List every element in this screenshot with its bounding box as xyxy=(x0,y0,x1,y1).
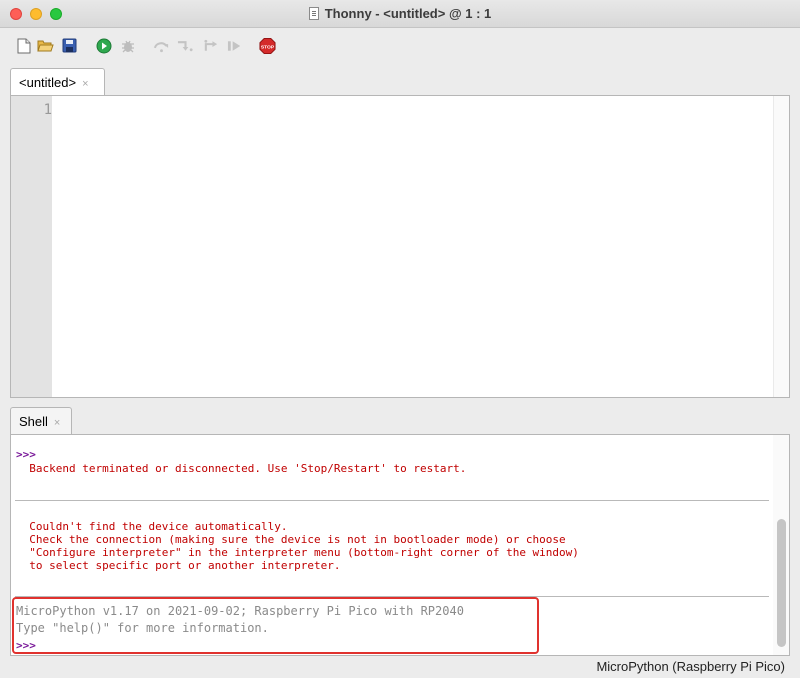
step-out-icon xyxy=(204,39,218,51)
run-button[interactable] xyxy=(95,37,112,54)
step-over-icon xyxy=(153,41,169,52)
window-title-container: Thonny - <untitled> @ 1 : 1 xyxy=(0,6,800,21)
step-into-icon xyxy=(177,40,193,51)
backend-error-message: Backend terminated or disconnected. Use … xyxy=(16,462,467,475)
debug-button[interactable] xyxy=(119,37,136,54)
title-bar: Thonny - <untitled> @ 1 : 1 xyxy=(0,0,800,28)
toolbar: STOP xyxy=(0,28,800,64)
device-error-line: to select specific port or another inter… xyxy=(16,559,341,572)
open-file-button[interactable] xyxy=(37,37,54,54)
save-button[interactable] xyxy=(61,37,78,54)
document-icon xyxy=(308,7,319,20)
status-bar: MicroPython (Raspberry Pi Pico) xyxy=(0,656,800,678)
open-folder-icon xyxy=(37,40,54,52)
window-title: Thonny - <untitled> @ 1 : 1 xyxy=(324,6,492,21)
debug-icon xyxy=(121,40,134,52)
line-number-gutter: 1 xyxy=(11,96,52,397)
code-editor: 1 xyxy=(10,95,790,398)
resume-icon xyxy=(227,40,241,51)
stop-button[interactable]: STOP xyxy=(259,37,276,54)
shell-divider xyxy=(15,500,769,501)
tab-untitled[interactable]: <untitled> × xyxy=(10,68,105,96)
save-icon xyxy=(62,38,77,53)
device-error-line: Couldn't find the device automatically. xyxy=(16,520,288,533)
tab-close-icon[interactable]: × xyxy=(54,417,60,429)
editor-scrollbar[interactable] xyxy=(773,96,789,397)
device-error-line: Check the connection (making sure the de… xyxy=(16,533,566,546)
shell-scroll-thumb[interactable] xyxy=(777,519,786,647)
stop-icon: STOP xyxy=(259,37,276,54)
step-over-button[interactable] xyxy=(153,37,170,54)
interpreter-selector[interactable]: MicroPython (Raspberry Pi Pico) xyxy=(596,659,785,674)
line-number: 1 xyxy=(43,102,52,118)
editor-text-area[interactable] xyxy=(52,96,773,397)
tab-label: Shell xyxy=(19,414,48,429)
tab-close-icon[interactable]: × xyxy=(82,78,88,90)
tab-shell[interactable]: Shell × xyxy=(10,407,72,435)
step-into-button[interactable] xyxy=(177,37,194,54)
stop-label: STOP xyxy=(261,44,275,50)
shell-prompt: >>> xyxy=(16,448,36,461)
new-file-icon xyxy=(17,38,30,53)
device-error-line: "Configure interpreter" in the interpret… xyxy=(16,546,579,559)
step-out-button[interactable] xyxy=(203,37,220,54)
new-file-button[interactable] xyxy=(15,37,32,54)
shell-scrollbar[interactable] xyxy=(773,435,789,655)
tab-label: <untitled> xyxy=(19,75,77,90)
highlight-annotation xyxy=(12,597,539,654)
resume-button[interactable] xyxy=(227,37,244,54)
run-icon xyxy=(96,38,111,53)
